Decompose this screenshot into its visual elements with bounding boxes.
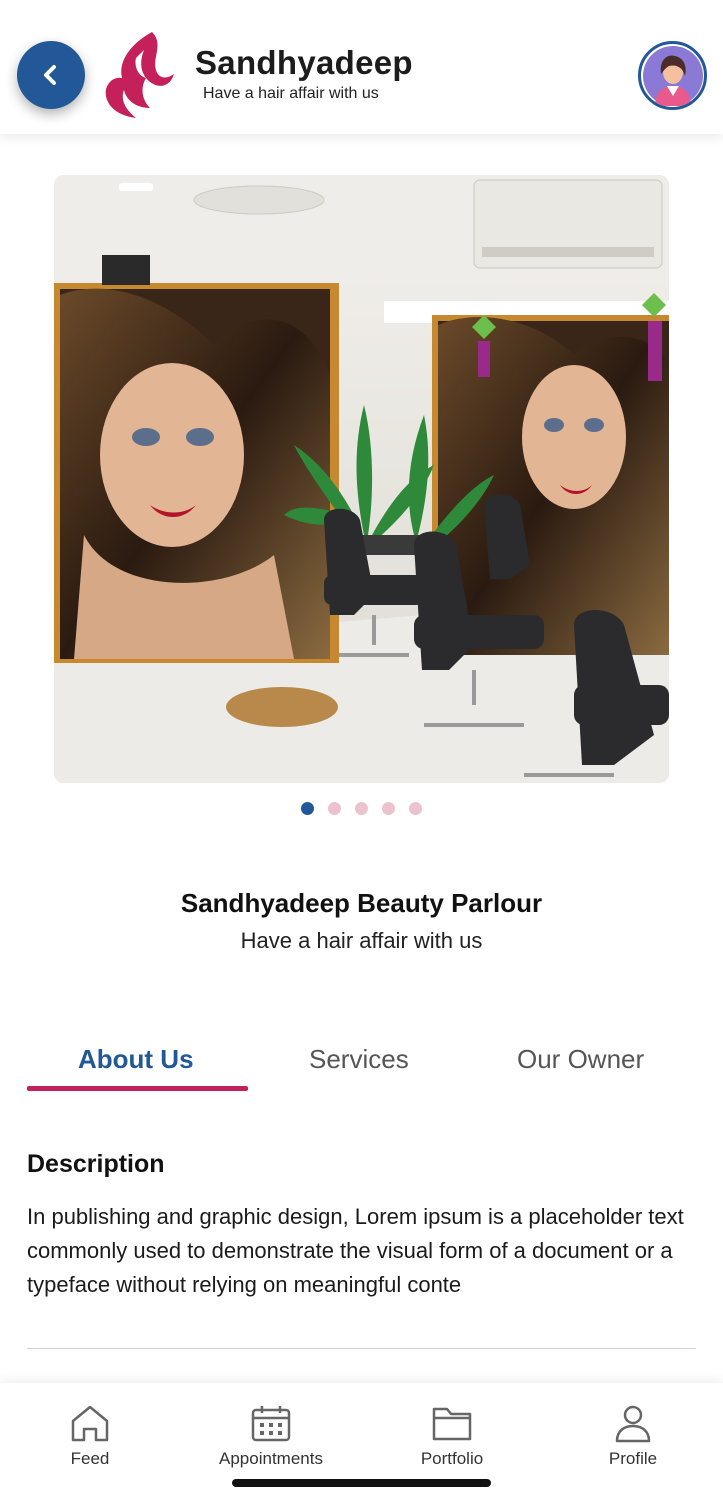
carousel-dot-3[interactable] [355,802,368,815]
carousel-dot-4[interactable] [382,802,395,815]
active-tab-indicator [27,1086,248,1091]
tab-services[interactable]: Services [309,1044,409,1075]
nav-appointments-label: Appointments [219,1449,323,1468]
nav-profile[interactable]: Profile [563,1401,703,1469]
back-button[interactable] [17,41,85,109]
nav-profile-label: Profile [608,1449,658,1468]
carousel-dot-2[interactable] [328,802,341,815]
app-header: Sandhyadeep Have a hair affair with us [0,0,723,134]
brand-name: Sandhyadeep [195,44,413,81]
tab-bar: About Us Services Our Owner [27,1030,696,1092]
business-name: Sandhyadeep Beauty Parlour [180,888,543,918]
folder-icon [432,1407,472,1441]
hero-image[interactable] [54,175,669,783]
nav-portfolio-label: Portfolio [420,1449,484,1468]
nav-feed[interactable]: Feed [20,1401,160,1469]
brand-logo [105,32,174,118]
nav-portfolio[interactable]: Portfolio [382,1401,522,1469]
user-avatar-icon [642,45,703,106]
calendar-icon [251,1406,291,1442]
business-tagline: Have a hair affair with us [240,928,483,953]
description-heading: Description [27,1150,165,1178]
home-icon [71,1405,109,1442]
tab-our-owner[interactable]: Our Owner [517,1044,644,1075]
nav-appointments[interactable]: Appointments [201,1401,341,1469]
user-icon [615,1405,651,1443]
home-indicator [232,1479,491,1487]
carousel-dot-5[interactable] [409,802,422,815]
description-text: In publishing and graphic design, Lorem … [27,1204,684,1297]
profile-avatar[interactable] [638,41,707,110]
tab-about-us[interactable]: About Us [78,1044,194,1075]
brand-tagline: Have a hair affair with us [203,85,379,102]
carousel-indicator [301,802,422,815]
carousel-dot-1[interactable] [301,802,314,815]
divider [27,1348,696,1349]
chevron-left-icon [44,65,56,85]
nav-feed-label: Feed [70,1449,110,1468]
